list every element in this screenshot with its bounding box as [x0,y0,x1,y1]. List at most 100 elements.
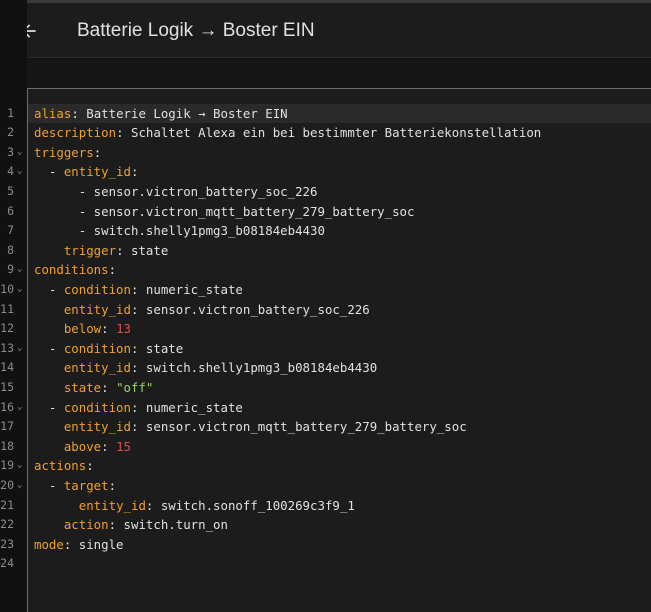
yaml-key: conditions [34,262,109,278]
code-text: below: 13 [34,319,131,339]
line-number: 15 [0,379,14,394]
line-number: 21 [0,497,14,512]
editor-toolbar-gap [0,59,651,88]
code-line[interactable]: 17 entity_id: sensor.victron_mqtt_batter… [0,417,651,437]
yaml-value: : switch.shelly1pmg3_b08184eb4430 [130,360,378,376]
code-line[interactable]: 9 ⌄ conditions: [0,260,651,280]
code-line[interactable]: 11 entity_id: sensor.victron_battery_soc… [0,300,651,320]
code-line[interactable]: 5 - sensor.victron_battery_soc_226 [0,182,651,202]
yaml-value: : [101,379,117,395]
code-text: above: 15 [34,437,131,457]
yaml-key: action [63,517,109,533]
yaml-key: condition [63,281,131,297]
yaml-value: : [108,262,117,278]
yaml-key: description [34,125,117,141]
yaml-key: below [63,321,102,337]
code-line[interactable]: 3 ⌄ triggers: [0,143,651,163]
code-text: description: Schaltet Alexa ein bei best… [34,123,541,143]
yaml-key: entity_id [78,497,146,513]
code-line[interactable]: 16 ⌄ - condition: numeric_state [0,398,651,418]
fold-chevron-icon[interactable]: ⌄ [17,260,22,280]
yaml-key: alias [34,105,72,121]
code-line[interactable]: 20 ⌄ - target: [0,476,651,496]
code-line[interactable]: 10 ⌄ - condition: numeric_state [0,280,651,300]
code-line[interactable]: 8 trigger: state [0,241,651,261]
yaml-value: : sensor.victron_mqtt_battery_279_batter… [130,419,467,435]
yaml-key: mode [34,536,64,552]
yaml-value [34,360,64,375]
code-text: state: "off" [34,378,154,398]
yaml-value: : Schaltet Alexa ein bei bestimmter Batt… [116,125,542,141]
code-line[interactable]: 24 [0,554,651,574]
code-line[interactable]: 13 ⌄ - condition: state [0,339,651,359]
code-text: entity_id: sensor.victron_mqtt_battery_2… [34,417,467,437]
yaml-value: - [34,164,64,180]
yaml-value [34,302,64,317]
yaml-value: : state [116,242,169,258]
yaml-key: state [63,379,102,395]
yaml-value: : numeric_state [130,281,243,297]
yaml-value: : [86,458,94,474]
fold-chevron-icon[interactable]: ⌄ [17,280,22,300]
code-text: - entity_id: [34,162,139,182]
yaml-key: above [63,438,102,454]
code-line[interactable]: 4 ⌄ - entity_id: [0,162,651,182]
code-line[interactable]: 18 above: 15 [0,437,651,457]
line-number: 11 [0,301,14,316]
code-line[interactable]: 19 ⌄ actions: [0,456,651,476]
yaml-value: - [34,281,64,297]
code-line[interactable]: 15 state: "off" [0,378,651,398]
code-text: mode: single [34,535,124,555]
yaml-value: : state [130,340,184,356]
yaml-number: 13 [116,321,131,337]
code-line[interactable]: 7 - switch.shelly1pmg3_b08184eb4430 [0,221,651,241]
fold-chevron-icon[interactable]: ⌄ [17,456,22,476]
code-line[interactable]: 1 alias: Batterie Logik → Boster EIN [7,103,651,124]
line-number: 13 [0,340,14,355]
yaml-value: : switch.sonoff_100269c3f9_1 [145,497,355,513]
code-line[interactable]: 14 entity_id: switch.shelly1pmg3_b08184e… [0,358,651,378]
yaml-key: condition [63,340,131,356]
code-text: entity_id: switch.shelly1pmg3_b08184eb44… [34,358,377,378]
yaml-value: : numeric_state [130,399,243,415]
code-line[interactable]: 2 description: Schaltet Alexa ein bei bes… [0,123,651,143]
yaml-value: : [93,144,102,160]
code-line[interactable]: 23 mode: single [0,535,651,555]
line-number: 20 [0,477,14,492]
code-line[interactable]: 6 - sensor.victron_mqtt_battery_279_batt… [0,202,651,222]
yaml-key: actions [34,458,87,474]
app-header: Batterie Logik → Boster EIN [0,3,651,58]
code-line[interactable]: 12 below: 13 [0,319,651,339]
code-text: conditions: [34,260,116,280]
line-number: 24 [0,556,14,571]
yaml-value [34,517,64,532]
yaml-value: - [34,340,64,356]
yaml-value [34,439,64,454]
line-number: 6 [7,203,14,218]
fold-chevron-icon[interactable]: ⌄ [17,162,22,182]
code-text: alias: Batterie Logik → Boster EIN [34,104,288,124]
line-number: 1 [7,105,14,120]
yaml-value: - sensor.victron_battery_soc_226 [34,183,318,199]
yaml-value: - switch.shelly1pmg3_b08184eb4430 [34,223,325,239]
fold-chevron-icon[interactable]: ⌄ [17,398,22,418]
yaml-value [34,498,79,513]
code-text: trigger: state [34,241,168,261]
fold-chevron-icon[interactable]: ⌄ [17,476,22,496]
yaml-key: condition [63,399,131,415]
fold-chevron-icon[interactable]: ⌄ [17,143,22,163]
yaml-value: : sensor.victron_battery_soc_226 [130,301,370,317]
yaml-key: trigger [63,242,117,258]
yaml-key: triggers [34,144,94,160]
code-text: entity_id: switch.sonoff_100269c3f9_1 [34,496,355,516]
yaml-value: - [34,399,64,415]
code-line[interactable]: 22 action: switch.turn_on [0,515,651,535]
yaml-value: : [108,477,117,493]
code-text: action: switch.turn_on [34,515,228,535]
code-line[interactable]: 21 entity_id: switch.sonoff_100269c3f9_1 [0,496,651,516]
code-text: - switch.shelly1pmg3_b08184eb4430 [34,221,325,241]
line-number: 8 [7,242,14,257]
code-text: - target: [34,476,116,496]
fold-chevron-icon[interactable]: ⌄ [17,339,22,359]
line-number: 19 [0,458,14,473]
